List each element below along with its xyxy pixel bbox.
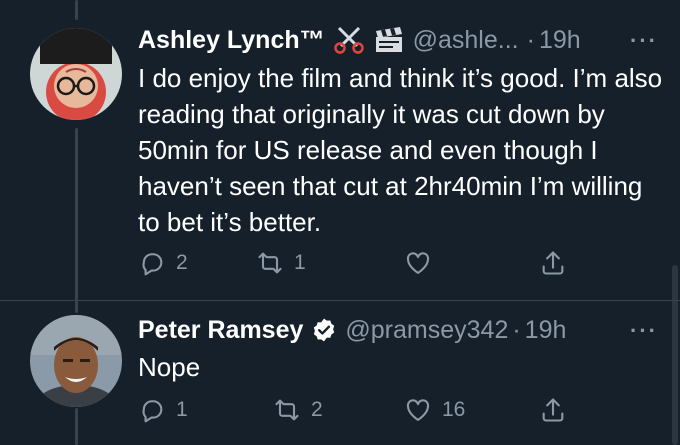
tweet-header: Peter Ramsey @pramsey342 · 19h [138,315,566,345]
retweet-count: 1 [294,251,306,274]
heart-icon [406,399,430,421]
retweet-button[interactable]: 2 [273,396,323,424]
share-button[interactable] [539,249,567,277]
separator-dot: · [526,26,535,54]
tweet-peter-ramsey[interactable]: Peter Ramsey @pramsey342 · 19h ··· Nope … [0,301,680,445]
avatar[interactable] [30,315,122,407]
retweet-count: 2 [311,398,323,421]
scissors-icon [333,26,365,54]
reply-button[interactable]: 1 [138,396,188,424]
tweet-text: Nope [138,352,201,382]
reply-count: 1 [176,398,188,421]
tweet-actions: 1 2 16 [138,396,588,428]
like-button[interactable]: 16 [404,396,465,424]
retweet-icon [258,252,282,274]
reply-icon [142,400,163,423]
tweet-actions: 2 1 [138,249,588,281]
tweet-text: I do enjoy the film and think it’s good.… [138,63,663,237]
retweet-icon [275,399,299,421]
reply-button[interactable]: 2 [138,249,188,277]
display-name[interactable]: Peter Ramsey [138,315,303,345]
verified-badge-icon [311,317,337,343]
reply-count: 2 [176,251,188,274]
more-options-icon[interactable]: ··· [630,28,658,54]
share-icon [542,251,564,275]
handle[interactable]: @ashle... [413,25,519,55]
timestamp[interactable]: 19h [539,25,581,55]
heart-icon [406,252,430,274]
display-name[interactable]: Ashley Lynch™ [138,25,325,55]
clapper-board-icon [373,26,405,54]
like-count: 16 [442,398,466,421]
reply-icon [142,253,163,276]
more-options-icon[interactable]: ··· [630,318,658,344]
share-icon [542,398,564,422]
separator-dot: · [512,316,521,344]
like-button[interactable] [404,249,442,277]
tweet-ashley-lynch[interactable]: Ashley Lynch™ @ashle... · 19h ··· I do e… [0,0,680,300]
tweet-header: Ashley Lynch™ @ashle... · 19h [138,25,581,55]
share-button[interactable] [539,396,567,424]
retweet-button[interactable]: 1 [256,249,306,277]
handle[interactable]: @pramsey342 [345,315,508,345]
timestamp[interactable]: 19h [525,315,567,345]
avatar[interactable] [30,28,122,120]
